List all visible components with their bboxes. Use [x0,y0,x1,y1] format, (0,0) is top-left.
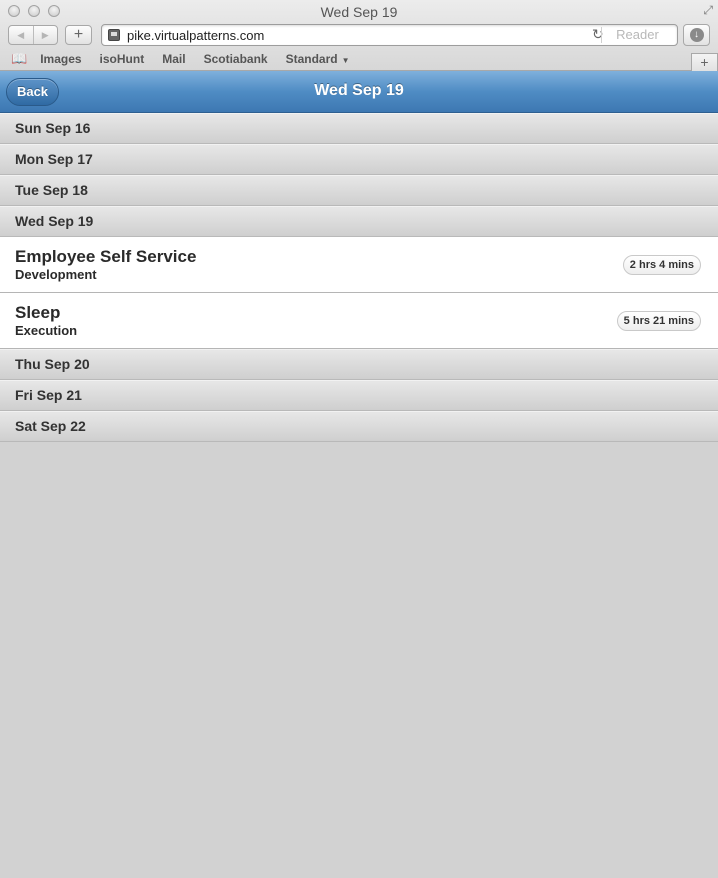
day-row-mon-sep-17[interactable]: Mon Sep 17 [0,144,718,175]
duration-badge: 5 hrs 21 mins [616,311,701,331]
entry-title: Sleep [15,303,61,322]
window-title: Wed Sep 19 [320,4,398,20]
download-arrow-icon: ↓ [689,28,704,42]
reading-list-icon[interactable]: 📖 [11,51,27,67]
add-bookmark-button[interactable]: + [65,25,92,45]
fullscreen-icon[interactable]: ⤢ [703,3,713,18]
list-item[interactable]: Sleep Execution 5 hrs 21 mins [0,293,718,349]
page-title: Wed Sep 19 [314,82,404,99]
site-favicon-icon [108,29,120,41]
chevron-down-icon: ▼ [341,56,350,65]
entry-category: Execution [15,323,78,338]
app-header: Back Wed Sep 19 [0,71,718,113]
downloads-button[interactable]: ↓ [683,24,710,46]
forward-arrow-icon[interactable]: ▶ [32,26,58,44]
back-arrow-icon[interactable]: ◀ [9,26,33,44]
day-row-sun-sep-16[interactable]: Sun Sep 16 [0,113,718,144]
day-row-sat-sep-22[interactable]: Sat Sep 22 [0,411,718,442]
bookmark-isohunt[interactable]: isoHunt [100,52,145,66]
reader-button[interactable]: Reader [601,27,673,43]
day-row-thu-sep-20[interactable]: Thu Sep 20 [0,349,718,380]
history-nav: ◀ ▶ [8,25,58,45]
bookmark-standard-label: Standard [285,52,338,66]
duration-badge: 2 hrs 4 mins [622,255,701,275]
day-row-wed-sep-19[interactable]: Wed Sep 19 [0,206,718,237]
bookmark-images[interactable]: Images [40,52,81,66]
bookmark-standard-folder[interactable]: Standard ▼ [286,52,350,66]
url-text[interactable]: pike.virtualpatterns.com [127,28,264,43]
list-item[interactable]: Employee Self Service Development 2 hrs … [0,237,718,293]
bookmark-mail[interactable]: Mail [162,52,185,66]
day-row-tue-sep-18[interactable]: Tue Sep 18 [0,175,718,206]
bookmarks-bar: 📖 Images isoHunt Mail Scotiabank Standar… [0,50,368,68]
day-row-fri-sep-21[interactable]: Fri Sep 21 [0,380,718,411]
entry-category: Development [15,267,97,282]
entry-title: Employee Self Service [15,247,197,266]
address-bar[interactable]: pike.virtualpatterns.com ↻ Reader [101,24,678,46]
browser-chrome: Wed Sep 19 ⤢ ◀ ▶ + pike.virtualpatterns.… [0,0,718,71]
bookmark-scotiabank[interactable]: Scotiabank [204,52,268,66]
title-bar: Wed Sep 19 ⤢ [0,0,718,22]
new-tab-button[interactable]: + [691,53,718,71]
